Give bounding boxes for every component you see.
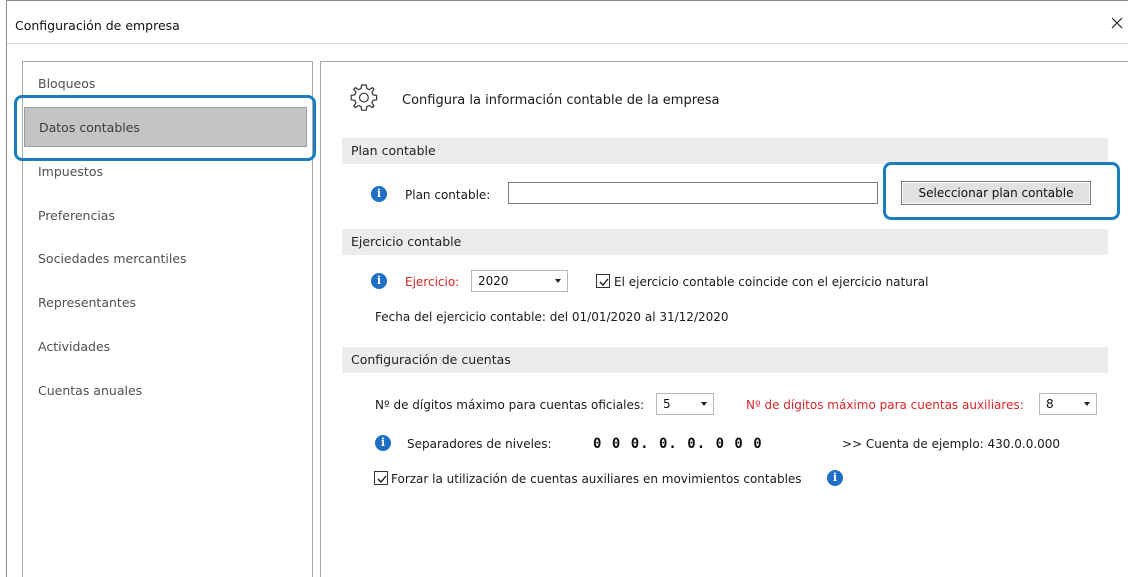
sidebar-item-label: Representantes xyxy=(38,295,137,310)
sidebar-item-preferencias[interactable]: Preferencias xyxy=(24,196,307,236)
digitos-auxiliares-select[interactable]: 8 xyxy=(1039,393,1097,415)
info-icon[interactable]: i xyxy=(827,470,843,486)
ejercicio-natural-label: El ejercicio contable coincide con el ej… xyxy=(614,275,929,289)
plan-contable-input[interactable] xyxy=(508,182,878,204)
close-icon[interactable] xyxy=(1109,15,1125,31)
digitos-oficiales-select[interactable]: 5 xyxy=(656,393,714,415)
main-panel: Configura la información contable de la … xyxy=(320,61,1128,577)
ejercicio-label: Ejercicio: xyxy=(405,275,460,289)
digitos-auxiliares-label: Nº de dígitos máximo para cuentas auxili… xyxy=(746,398,1024,412)
digitos-oficiales-label: Nº de dígitos máximo para cuentas oficia… xyxy=(375,398,645,412)
plan-contable-label: Plan contable: xyxy=(405,188,491,202)
info-icon[interactable]: i xyxy=(375,435,391,451)
chevron-down-icon xyxy=(555,279,561,283)
sidebar-item-actividades[interactable]: Actividades xyxy=(24,327,307,367)
sidebar-item-representantes[interactable]: Representantes xyxy=(24,283,307,323)
title-bar: Configuración de empresa xyxy=(7,1,1128,44)
cuenta-ejemplo-text: >> Cuenta de ejemplo: 430.0.0.000 xyxy=(842,437,1061,451)
sidebar-item-label: Datos contables xyxy=(39,120,140,135)
sidebar-item-label: Impuestos xyxy=(38,164,103,179)
window-title: Configuración de empresa xyxy=(15,18,180,33)
sidebar-item-bloqueos[interactable]: Bloqueos xyxy=(24,64,307,104)
sidebar-item-sociedades-mercantiles[interactable]: Sociedades mercantiles xyxy=(24,239,307,279)
check-icon xyxy=(599,278,609,286)
panel-title: Configura la información contable de la … xyxy=(402,93,720,108)
section-ejercicio-contable: Ejercicio contable xyxy=(342,229,1108,255)
sidebar-item-label: Sociedades mercantiles xyxy=(38,251,187,266)
sidebar-item-label: Bloqueos xyxy=(38,76,96,91)
separadores-label: Separadores de niveles: xyxy=(407,437,552,451)
sidebar-item-label: Cuentas anuales xyxy=(38,383,143,398)
configuracion-dialog: Configuración de empresa Bloqueos Datos … xyxy=(6,0,1128,577)
sidebar-item-datos-contables[interactable]: Datos contables xyxy=(24,107,307,147)
info-icon[interactable]: i xyxy=(371,186,387,202)
chevron-down-icon xyxy=(701,402,707,406)
fecha-ejercicio-text: Fecha del ejercicio contable: del 01/01/… xyxy=(375,310,729,324)
check-icon xyxy=(377,475,387,483)
section-plan-contable: Plan contable xyxy=(342,138,1108,164)
digitos-auxiliares-value: 8 xyxy=(1046,397,1054,411)
separadores-value[interactable]: 0 0 0. 0. 0. 0 0 0 xyxy=(593,436,763,452)
section-configuracion-cuentas: Configuración de cuentas xyxy=(342,347,1108,373)
forzar-auxiliares-label: Forzar la utilización de cuentas auxilia… xyxy=(391,472,802,486)
sidebar-item-label: Preferencias xyxy=(38,208,115,223)
ejercicio-value: 2020 xyxy=(478,274,509,288)
sidebar-item-cuentas-anuales[interactable]: Cuentas anuales xyxy=(24,371,307,411)
chevron-down-icon xyxy=(1084,402,1090,406)
sidebar-item-label: Actividades xyxy=(38,339,111,354)
ejercicio-natural-checkbox[interactable] xyxy=(596,274,610,288)
forzar-auxiliares-checkbox[interactable] xyxy=(374,471,388,485)
gear-icon xyxy=(350,84,378,111)
sidebar-item-impuestos[interactable]: Impuestos xyxy=(24,152,307,192)
ejercicio-select[interactable]: 2020 xyxy=(471,270,568,292)
digitos-oficiales-value: 5 xyxy=(663,397,671,411)
info-icon[interactable]: i xyxy=(371,273,387,289)
sidebar: Bloqueos Datos contables Impuestos Prefe… xyxy=(22,61,313,577)
seleccionar-plan-button[interactable]: Seleccionar plan contable xyxy=(901,181,1091,205)
